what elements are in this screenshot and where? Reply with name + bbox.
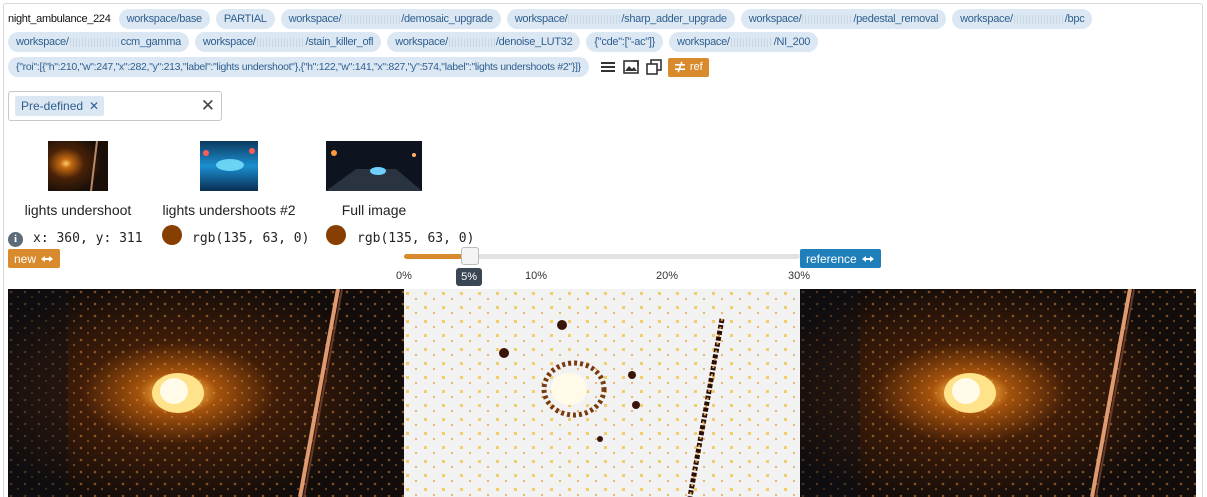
toolbar: ref [599,57,709,77]
slider-tick: 30% [788,270,811,282]
thumbnail-image [48,140,108,192]
thumbnail-label: Full image [341,202,407,218]
chip-demosaic-upgrade[interactable]: workspace//demosaic_upgrade [280,9,501,29]
new-color-swatch [162,225,182,245]
chip-sharp-adder-upgrade[interactable]: workspace//sharp_adder_upgrade [506,9,735,29]
roi-thumbnail-1[interactable]: lights undershoot [23,140,133,218]
difference-panel[interactable] [404,289,800,497]
chip-ccm-gamma[interactable]: workspace/ccm_gamma [8,32,189,52]
image-title: night_ambulance_224 [8,13,111,25]
reference-image-panel[interactable] [800,289,1196,497]
tag-row-1: night_ambulance_224 workspace/base PARTI… [8,9,1093,29]
new-rgb-value: rgb(135, 63, 0) [192,231,310,246]
predefined-chip[interactable]: Pre-defined ✕ [15,96,105,116]
ref-rgb-value: rgb(135, 63, 0) [357,231,475,246]
ref-button[interactable]: ref [667,57,709,77]
chip-pedestal-removal[interactable]: workspace//pedestal_removal [740,9,947,29]
thumbnail-label: lights undershoots #2 [162,202,296,218]
chip-roi[interactable]: {"roi":[{"h":210,"w":247,"x":282,"y":213… [8,57,589,77]
chip-remove-icon[interactable]: ✕ [89,99,99,113]
chip-cde-ac[interactable]: {"cde":["-ac"]} [586,32,664,52]
pixel-info-row: i x: 360, y: 311 rgb(135, 63, 0) rgb(135… [8,225,608,251]
difference-image [404,289,800,497]
ref-color-swatch [326,225,346,245]
arrows-icon [41,255,54,262]
new-image-panel[interactable] [8,289,404,497]
chip-partial[interactable]: PARTIAL [215,9,275,29]
arrows-icon [861,255,874,262]
roi-filter-select[interactable]: Pre-defined ✕ ✕ [8,91,222,121]
reference-image [800,289,1196,497]
tag-row-2: workspace/ccm_gamma workspace//stain_kil… [8,32,819,52]
cursor-coordinates: x: 360, y: 311 [33,231,143,246]
slider-tick: 0% [396,270,412,282]
thumbnail-image [326,141,422,191]
info-icon[interactable]: i [8,232,23,247]
new-button[interactable]: new [8,249,61,268]
slider-tick: 10% [525,270,548,282]
list-icon[interactable] [599,58,617,76]
chip-ni-200[interactable]: workspace//NI_200 [669,32,819,52]
roi-thumbnail-3[interactable]: Full image [320,141,428,218]
copy-icon[interactable] [645,58,663,76]
slider-value-tooltip: 5% [456,268,483,286]
clear-filter-icon[interactable]: ✕ [201,97,215,115]
thumbnail-label: lights undershoot [24,202,132,218]
chip-denoise-lut32[interactable]: workspace//denoise_LUT32 [387,32,581,52]
reference-button[interactable]: reference [800,249,881,268]
new-image [8,289,404,497]
roi-thumbnail-2[interactable]: lights undershoots #2 [159,141,299,218]
chip-stain-killer[interactable]: workspace//stain_killer_ofl [194,32,382,52]
slider-tick: 20% [656,270,679,282]
swap-image-icon[interactable] [622,58,640,76]
chip-bpc[interactable]: workspace//bpc [952,9,1093,29]
slider-handle[interactable] [461,247,480,265]
thumbnail-image [200,141,258,191]
tag-row-3: {"roi":[{"h":210,"w":247,"x":282,"y":213… [8,57,709,77]
not-equal-icon [674,61,685,73]
chip-workspace-base[interactable]: workspace/base [118,9,210,29]
